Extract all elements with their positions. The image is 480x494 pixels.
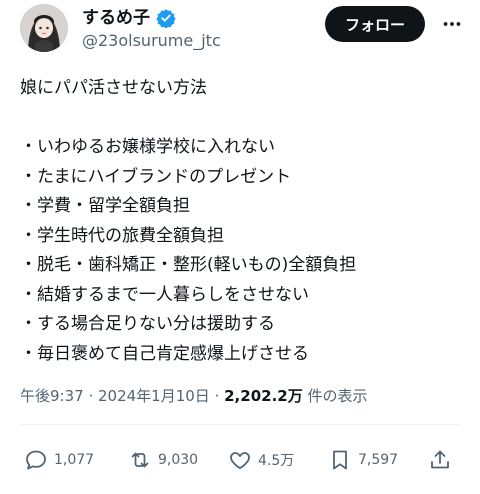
reply-count: 1,077 — [54, 452, 95, 468]
tweet-meta: 午後9:37 · 2024年1月10日 · 2,202.2万 件の表示 — [20, 384, 368, 408]
like-button[interactable]: 4.5万 — [228, 448, 294, 472]
tweet-date[interactable]: 2024年1月10日 — [98, 387, 210, 405]
retweet-count: 9,030 — [158, 452, 199, 468]
heart-icon — [230, 452, 250, 470]
meta-separator: · — [83, 387, 98, 405]
reply-button[interactable]: 1,077 — [24, 448, 94, 472]
display-name-row[interactable]: するめ子 — [82, 7, 176, 29]
avatar[interactable] — [20, 4, 68, 52]
follow-button[interactable]: フォロー — [325, 6, 425, 42]
retweet-icon — [131, 452, 149, 468]
more-horizontal-icon — [443, 22, 461, 26]
tweet-header: するめ子 @23olsurume_jtc フォロー — [0, 0, 480, 60]
avatar-illustration — [20, 4, 68, 52]
user-handle[interactable]: @23olsurume_jtc — [82, 31, 221, 51]
views-label: 件の表示 — [302, 387, 368, 405]
bookmark-button[interactable]: 7,597 — [328, 448, 398, 472]
meta-separator: · — [209, 387, 225, 405]
retweet-button[interactable]: 9,030 — [128, 448, 198, 472]
reply-icon — [26, 450, 46, 470]
like-count: 4.5万 — [258, 453, 295, 469]
display-name[interactable]: するめ子 — [82, 7, 150, 29]
verified-badge-icon — [156, 8, 176, 29]
tweet-time[interactable]: 午後9:37 — [20, 387, 84, 405]
tweet-text: 娘にパパ活させない方法 ・いわゆるお嬢様学校に入れない ・たまにハイブランドのプ… — [20, 78, 357, 364]
share-icon — [431, 450, 449, 469]
action-bar: 1,077 9,030 4.5万 7,597 — [0, 440, 480, 480]
bookmark-count: 7,597 — [358, 452, 399, 468]
more-options-button[interactable] — [437, 11, 467, 37]
views-count: 2,202.2万 — [224, 387, 303, 405]
bookmark-icon — [333, 450, 347, 470]
share-button[interactable] — [428, 448, 452, 472]
divider — [20, 424, 460, 425]
